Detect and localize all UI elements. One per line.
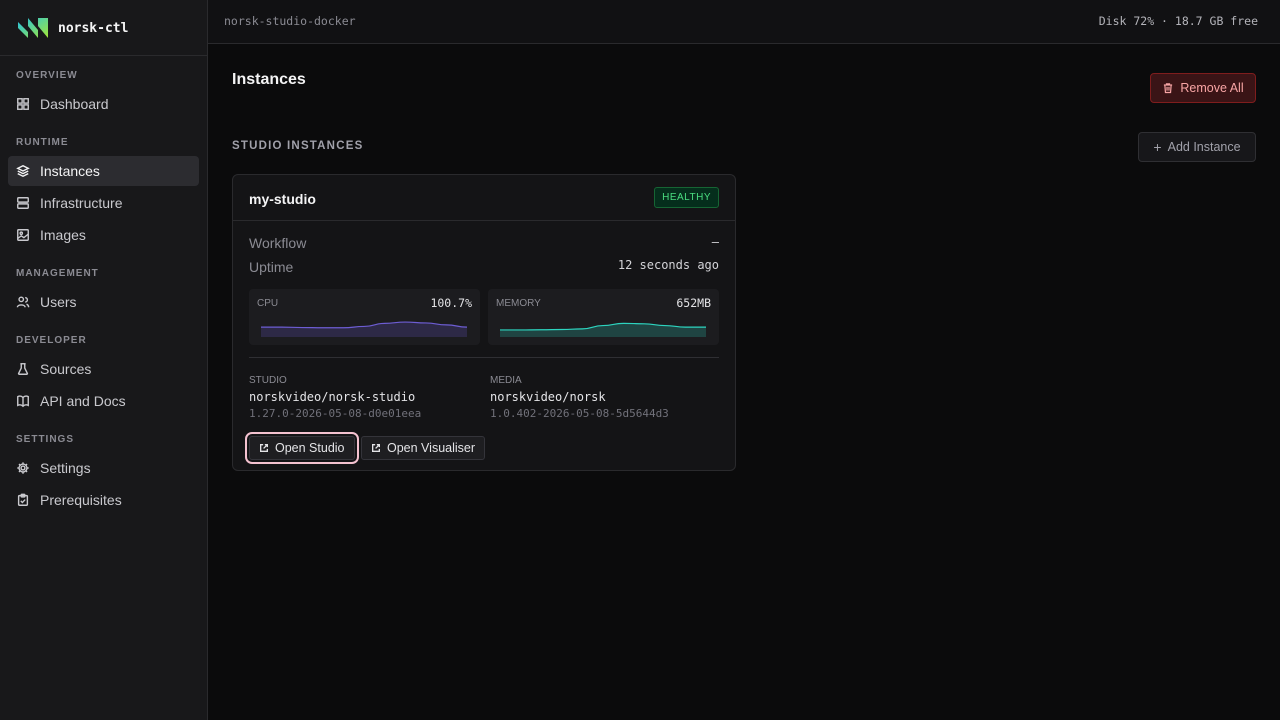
disk-usage: Disk 72% · 18.7 GB free [1098, 14, 1258, 28]
memory-label: Memory [496, 298, 541, 309]
memory-metric: Memory 652MB [488, 289, 719, 345]
context-name: norsk-studio-docker [224, 14, 356, 28]
section-label-settings: Settings [16, 434, 75, 445]
card-separator [249, 357, 719, 358]
brand[interactable]: norsk-ctl [16, 15, 128, 41]
studio-image-label: Studio [249, 375, 287, 386]
open-visualiser-button[interactable]: Open Visualiser [361, 436, 486, 460]
section-label-developer: Developer [16, 335, 87, 346]
sidebar-item-label: Instances [40, 163, 100, 179]
uptime-value: 12 seconds ago [617, 258, 719, 272]
studio-image-repo: norskvideo/norsk-studio [249, 390, 416, 404]
sidebar-item-label: API and Docs [40, 393, 126, 409]
sidebar-item-dashboard[interactable]: Dashboard [8, 89, 199, 119]
layers-icon [16, 164, 30, 178]
add-instance-label: Add Instance [1167, 140, 1241, 154]
gear-icon [17, 462, 29, 474]
media-image-label: Media [490, 375, 522, 386]
memory-value: 652MB [676, 296, 711, 310]
sidebar-item-infrastructure[interactable]: Infrastructure [8, 188, 199, 218]
sidebar-item-images[interactable]: Images [8, 220, 199, 250]
instance-card: my-studio HEALTHY Workflow – Uptime 12 s… [232, 174, 736, 471]
sidebar-item-label: Dashboard [40, 96, 109, 112]
status-badge: HEALTHY [654, 187, 719, 208]
workflow-value: – [711, 235, 719, 249]
server-icon [17, 197, 29, 209]
sidebar-divider [0, 55, 207, 56]
sidebar-item-api-and-docs[interactable]: API and Docs [8, 386, 199, 416]
open-studio-button[interactable]: Open Studio [245, 432, 359, 464]
cpu-value: 100.7% [430, 296, 472, 310]
memory-sparkline [500, 322, 706, 337]
add-instance-button[interactable]: + Add Instance [1138, 132, 1256, 162]
card-divider [233, 220, 735, 221]
app-name: norsk-ctl [58, 20, 129, 36]
section-title: Studio Instances [232, 140, 364, 152]
sidebar-item-settings[interactable]: Settings [8, 453, 199, 483]
grid-icon [17, 98, 29, 110]
workflow-label: Workflow [249, 235, 307, 251]
clipboard-check-icon [17, 493, 29, 506]
sidebar: norsk-ctl Overview Dashboard Runtime Ins… [0, 0, 208, 720]
media-image-repo: norskvideo/norsk [490, 390, 606, 404]
sidebar-item-label: Settings [40, 460, 91, 476]
media-image-tag: 1.0.402-2026-05-08-5d5644d3 [490, 407, 669, 420]
open-visualiser-label: Open Visualiser [387, 441, 476, 455]
cpu-label: CPU [257, 298, 279, 309]
cpu-metric: CPU 100.7% [249, 289, 480, 345]
instance-name: my-studio [249, 191, 316, 207]
plus-icon: + [1153, 139, 1162, 155]
uptime-label: Uptime [249, 259, 294, 275]
trash-icon [1164, 83, 1173, 94]
studio-image-tag: 1.27.0-2026-05-08-d0e01eea [249, 407, 422, 420]
sidebar-item-prerequisites[interactable]: Prerequisites [8, 485, 199, 515]
users-icon [16, 296, 30, 308]
sidebar-item-instances[interactable]: Instances [8, 156, 199, 186]
flask-icon [17, 363, 29, 375]
sidebar-item-label: Sources [40, 361, 92, 377]
section-label-runtime: Runtime [16, 137, 69, 148]
remove-all-button[interactable]: Remove All [1150, 73, 1256, 103]
sidebar-item-users[interactable]: Users [8, 287, 199, 317]
image-icon [17, 229, 29, 241]
remove-all-label: Remove All [1180, 81, 1244, 95]
book-icon [17, 395, 29, 408]
section-label-overview: Overview [16, 70, 78, 81]
cpu-sparkline [261, 321, 467, 337]
topbar: norsk-studio-docker Disk 72% · 18.7 GB f… [208, 0, 1280, 44]
external-link-icon [372, 444, 380, 452]
sidebar-item-label: Images [40, 227, 86, 243]
sidebar-item-label: Prerequisites [40, 492, 122, 508]
sidebar-item-sources[interactable]: Sources [8, 354, 199, 384]
norsk-logo-icon [18, 18, 48, 38]
sidebar-item-label: Infrastructure [40, 195, 123, 211]
external-link-icon [260, 444, 268, 452]
page-title: Instances [232, 71, 306, 88]
open-studio-label: Open Studio [275, 441, 345, 455]
section-label-management: Management [16, 268, 99, 279]
sidebar-item-label: Users [40, 294, 77, 310]
